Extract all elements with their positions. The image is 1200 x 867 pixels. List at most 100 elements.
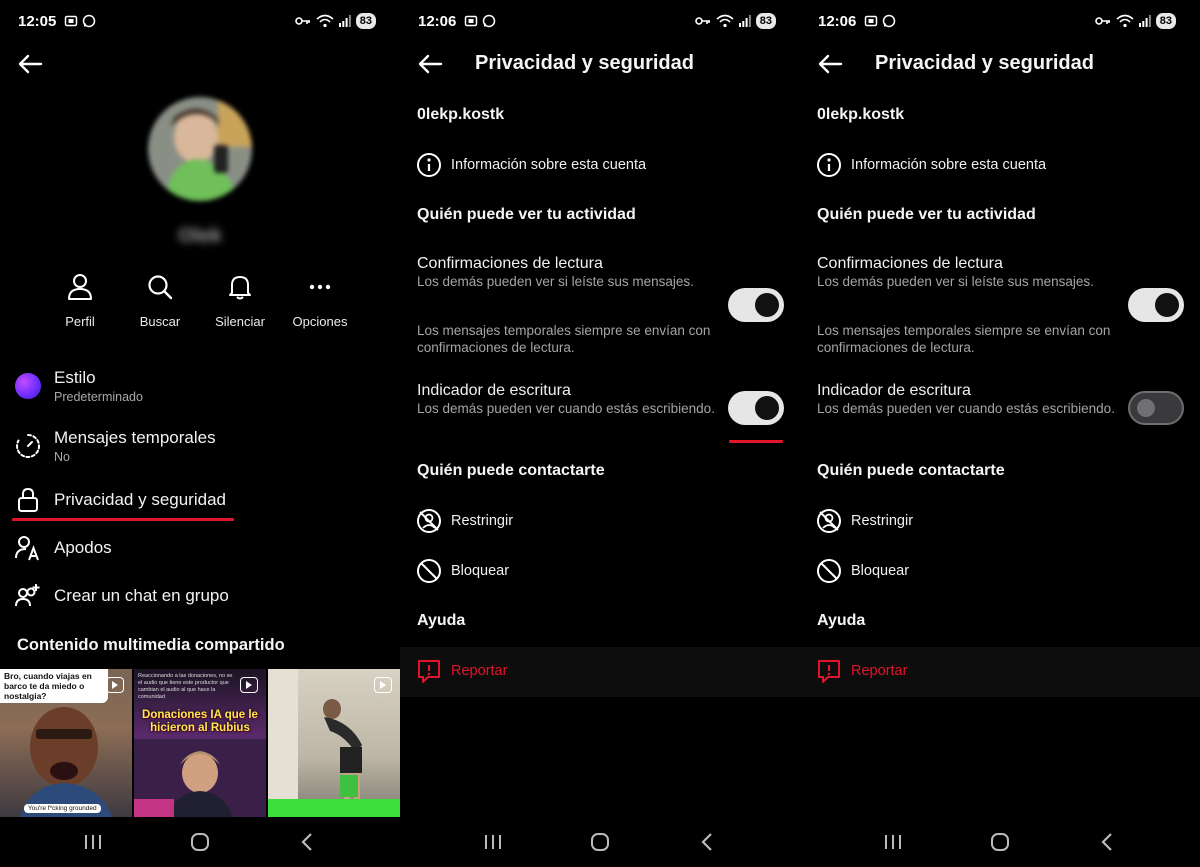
restrict-button[interactable]: Restringir: [816, 508, 913, 534]
system-back-button[interactable]: [277, 825, 337, 859]
block-button[interactable]: Bloquear: [816, 558, 909, 584]
privacy-settings-panel: 12:06 83 Privacidad y seguridad 0lekp.ko…: [400, 0, 800, 867]
block-icon: [417, 559, 441, 583]
signal-icon: [738, 15, 751, 27]
mute-label: Silenciar: [215, 314, 265, 329]
recents-button[interactable]: [63, 825, 123, 859]
shared-media-header: Contenido multimedia compartido: [17, 636, 285, 654]
menu-item-nicknames[interactable]: Apodos: [14, 534, 112, 562]
options-label: Opciones: [292, 314, 348, 329]
options-button[interactable]: Opciones: [280, 270, 360, 329]
block-button[interactable]: Bloquear: [416, 558, 509, 584]
restrict-label: Restringir: [451, 513, 514, 529]
mute-button[interactable]: Silenciar: [200, 270, 280, 329]
system-back-button[interactable]: [677, 825, 737, 859]
avatar[interactable]: [148, 97, 252, 201]
system-icons: 83: [294, 13, 376, 29]
read-receipts-title: Confirmaciones de lectura: [417, 255, 603, 272]
lock-icon: [18, 487, 38, 512]
typing-indicator-setting: Indicador de escritura Los demás pueden …: [817, 381, 1127, 418]
menu-item-create-group[interactable]: Crear un chat en grupo: [14, 582, 229, 610]
recents-icon: [85, 835, 102, 849]
menu-item-disappearing-messages[interactable]: Mensajes temporales No: [14, 428, 216, 464]
arrow-left-icon: [818, 54, 843, 74]
back-button[interactable]: [814, 48, 846, 80]
status-bar: 12:05 83: [18, 10, 376, 32]
typing-indicator-desc: Los demás pueden ver cuando estás escrib…: [417, 401, 715, 416]
restrict-label: Restringir: [851, 513, 914, 529]
menu-item-privacy[interactable]: Privacidad y seguridad: [14, 486, 226, 514]
profile-name: Olek: [178, 225, 222, 247]
notification-icons: [464, 14, 496, 28]
theme-color-icon: [15, 373, 41, 399]
recents-icon: [485, 835, 502, 849]
status-bar: 12:06 83: [418, 10, 776, 32]
report-label: Reportar: [451, 663, 508, 679]
info-icon: [817, 153, 841, 177]
status-time: 12:06: [818, 12, 857, 30]
whatsapp-icon: [483, 14, 496, 28]
page-title: Privacidad y seguridad: [475, 52, 694, 74]
media-thumb[interactable]: Reaccionando a las donaciones, no se el …: [134, 669, 266, 817]
typing-indicator-toggle[interactable]: [1128, 391, 1184, 425]
restrict-button[interactable]: Restringir: [416, 508, 513, 534]
contact-section-header: Quién puede contactarte: [817, 462, 1005, 479]
report-button[interactable]: Reportar: [816, 658, 907, 684]
screenshot-icon: [865, 15, 878, 27]
report-label: Reportar: [851, 663, 908, 679]
profile-button[interactable]: Perfil: [40, 270, 120, 329]
chevron-left-icon: [701, 833, 712, 851]
media-thumb[interactable]: Bro, cuando viajas en barco te da miedo …: [0, 669, 132, 817]
page-title: Privacidad y seguridad: [875, 52, 1094, 74]
recents-button[interactable]: [863, 825, 923, 859]
report-button[interactable]: Reportar: [416, 658, 507, 684]
media-thumb[interactable]: [268, 669, 400, 817]
restrict-icon: [417, 509, 441, 533]
system-nav-bar: [800, 817, 1200, 867]
home-icon: [990, 833, 1009, 851]
typing-indicator-desc: Los demás pueden ver cuando estás escrib…: [817, 401, 1115, 416]
highlight-underline: [729, 440, 783, 443]
account-info-button[interactable]: Información sobre esta cuenta: [416, 152, 646, 178]
system-icons: 83: [694, 13, 776, 29]
typing-indicator-toggle[interactable]: [728, 391, 784, 425]
media-thumb-top-text: Reaccionando a las donaciones, no se el …: [138, 673, 233, 700]
read-receipts-desc: Los demás pueden ver si leíste sus mensa…: [417, 274, 694, 289]
home-button[interactable]: [570, 825, 630, 859]
search-icon: [148, 275, 173, 300]
read-receipts-setting: Confirmaciones de lectura Los demás pued…: [817, 254, 1127, 291]
chat-details-panel: 12:05 83 Olek Perfil Buscar Silenciar Op…: [0, 0, 400, 867]
recents-button[interactable]: [463, 825, 523, 859]
info-icon: [417, 153, 441, 177]
media-thumb-caption: Bro, cuando viajas en barco te da miedo …: [0, 669, 108, 703]
whatsapp-icon: [83, 14, 96, 28]
home-button[interactable]: [970, 825, 1030, 859]
read-receipts-toggle[interactable]: [1128, 288, 1184, 322]
profile-label: Perfil: [65, 314, 95, 329]
home-button[interactable]: [170, 825, 230, 859]
recents-icon: [885, 835, 902, 849]
wifi-icon: [1116, 14, 1134, 28]
contact-section-header: Quién puede contactarte: [417, 462, 605, 479]
back-button[interactable]: [14, 48, 46, 80]
signal-icon: [338, 15, 351, 27]
read-receipts-toggle[interactable]: [728, 288, 784, 322]
temporary-messages-note: Los mensajes temporales siempre se envía…: [817, 323, 1111, 355]
system-nav-bar: [0, 817, 400, 867]
quick-actions: Perfil Buscar Silenciar Opciones: [40, 270, 360, 329]
account-info-button[interactable]: Información sobre esta cuenta: [816, 152, 1046, 178]
privacy-label: Privacidad y seguridad: [54, 490, 226, 509]
add-group-icon: [15, 584, 40, 607]
menu-item-style[interactable]: Estilo Predeterminado: [14, 368, 143, 404]
block-label: Bloquear: [851, 563, 910, 579]
typing-indicator-setting: Indicador de escritura Los demás pueden …: [417, 381, 727, 418]
back-button[interactable]: [414, 48, 446, 80]
style-value: Predeterminado: [54, 390, 143, 404]
notification-icons: [864, 14, 896, 28]
temporary-messages-note: Los mensajes temporales siempre se envía…: [417, 323, 711, 355]
system-back-button[interactable]: [1077, 825, 1137, 859]
key-icon: [694, 17, 710, 25]
report-icon: [818, 660, 840, 683]
arrow-left-icon: [418, 54, 443, 74]
search-button[interactable]: Buscar: [120, 270, 200, 329]
